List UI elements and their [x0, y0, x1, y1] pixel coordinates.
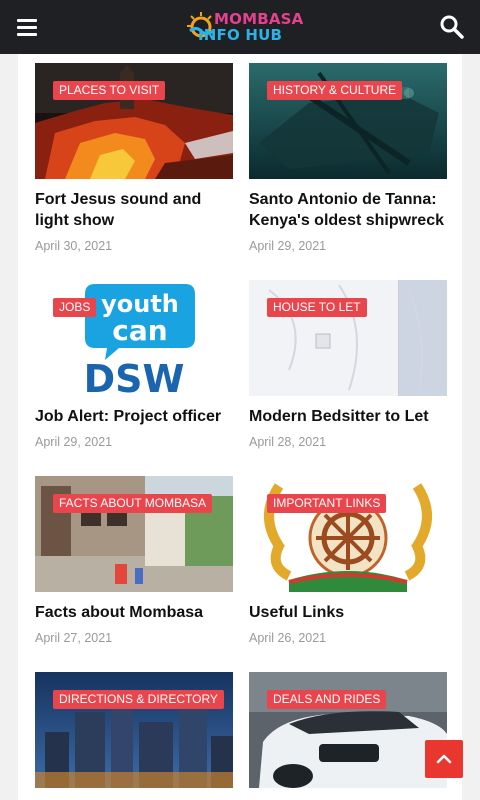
category-badge[interactable]: Deals And Rides — [267, 690, 387, 709]
post-thumbnail[interactable]: youth can DSW Jobs — [35, 280, 233, 396]
post-card[interactable]: Deals And Rides — [249, 672, 447, 798]
post-card[interactable]: House To Let Modern Bedsitter to Let Apr… — [249, 280, 447, 449]
category-badge[interactable]: Directions & Directory — [53, 690, 224, 709]
post-thumbnail[interactable]: House To Let — [249, 280, 447, 396]
post-card[interactable]: Directions & Directory — [35, 672, 233, 798]
logo-text-info-hub: INFO HUB — [198, 26, 283, 44]
chevron-up-icon — [436, 754, 452, 764]
post-thumbnail[interactable]: Directions & Directory — [35, 672, 233, 788]
site-logo[interactable]: MOMBASA INFO HUB — [186, 9, 303, 45]
category-badge[interactable]: Important Links — [267, 494, 387, 513]
category-badge[interactable]: Jobs — [53, 298, 97, 317]
post-thumbnail[interactable]: Deals And Rides — [249, 672, 447, 788]
post-card[interactable]: Facts About Mombasa Facts about Mombasa … — [35, 476, 233, 645]
category-badge[interactable]: Facts About Mombasa — [53, 494, 213, 513]
top-navigation-bar: MOMBASA INFO HUB — [0, 0, 480, 54]
post-title[interactable]: Facts about Mombasa — [35, 602, 233, 623]
category-badge[interactable]: History & Culture — [267, 81, 403, 100]
posts-grid: Places to Visit Fort Jesus sound and lig… — [18, 54, 462, 800]
post-title[interactable]: Useful Links — [249, 602, 447, 623]
post-card[interactable]: History & Culture Santo Antonio de Tanna… — [249, 63, 447, 253]
post-date: April 30, 2021 — [35, 239, 113, 253]
back-to-top-button[interactable] — [425, 740, 463, 778]
post-title[interactable]: Fort Jesus sound and light show — [35, 189, 233, 231]
category-badge[interactable]: Places to Visit — [53, 81, 166, 100]
post-thumbnail[interactable]: Facts About Mombasa — [35, 476, 233, 592]
post-title[interactable]: Modern Bedsitter to Let — [249, 406, 447, 427]
post-date: April 29, 2021 — [35, 435, 113, 449]
post-date: April 29, 2021 — [249, 239, 327, 253]
image-text-dsw: DSW — [84, 357, 185, 396]
post-card[interactable]: Important Links Useful Links April 26, 2… — [249, 476, 447, 645]
post-thumbnail[interactable]: Important Links — [249, 476, 447, 592]
post-thumbnail[interactable]: Places to Visit — [35, 63, 233, 179]
category-badge[interactable]: House To Let — [267, 298, 367, 317]
post-title[interactable]: Job Alert: Project officer — [35, 406, 233, 427]
post-date: April 27, 2021 — [35, 631, 113, 645]
image-text-can: can — [112, 314, 167, 347]
hamburger-menu-icon[interactable] — [12, 12, 42, 42]
post-thumbnail[interactable]: History & Culture — [249, 63, 447, 179]
post-date: April 28, 2021 — [249, 435, 327, 449]
search-icon[interactable] — [438, 13, 466, 41]
logo-text-mombasa: MOMBASA — [214, 10, 304, 28]
post-title[interactable]: Santo Antonio de Tanna: Kenya's oldest s… — [249, 189, 447, 231]
post-card[interactable]: youth can DSW Jobs Job Alert: Project of… — [35, 280, 233, 449]
post-date: April 26, 2021 — [249, 631, 327, 645]
post-card[interactable]: Places to Visit Fort Jesus sound and lig… — [35, 63, 233, 253]
